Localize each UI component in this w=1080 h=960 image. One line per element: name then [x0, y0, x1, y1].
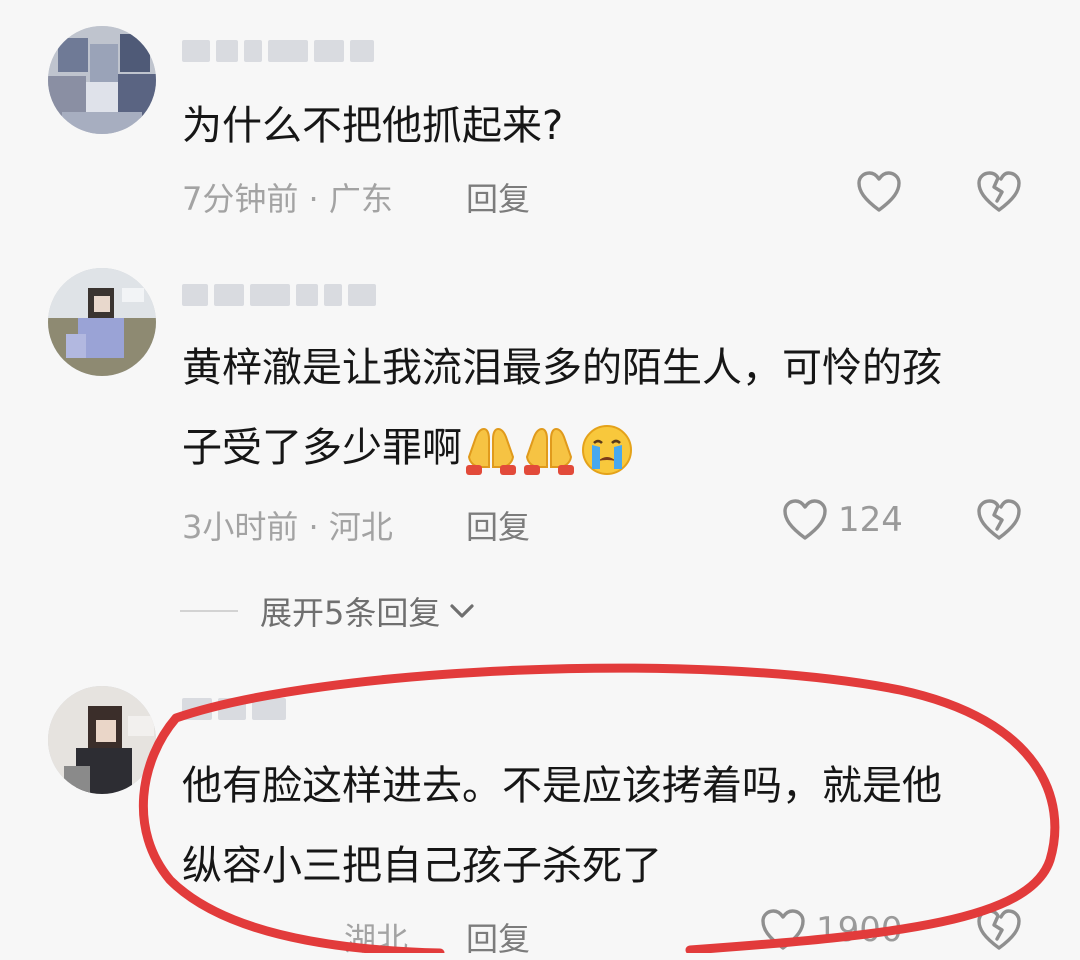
- like-button[interactable]: [856, 170, 902, 214]
- praying-hands-emoji: [524, 427, 574, 475]
- like-button[interactable]: 1900: [760, 908, 903, 952]
- like-button[interactable]: 124: [782, 498, 903, 542]
- heart-icon: [857, 171, 901, 212]
- dislike-button[interactable]: [976, 908, 1022, 956]
- divider-line: [180, 610, 238, 612]
- reply-button[interactable]: 回复: [466, 502, 530, 548]
- username-blurred[interactable]: [182, 694, 286, 724]
- username-blurred[interactable]: [182, 280, 376, 310]
- comment-text-line: 为什么不把他抓起来?: [182, 103, 564, 149]
- reply-button[interactable]: 回复: [466, 914, 530, 960]
- heart-icon: [783, 499, 827, 540]
- comment-text-line-part: 子受了多少罪啊: [182, 425, 462, 471]
- praying-hands-emoji: [466, 427, 516, 475]
- comment-time-location: 3小时前 · 河北: [182, 508, 393, 546]
- comment-text-line: 子受了多少罪啊: [182, 408, 942, 488]
- comment-text: 他有脸这样进去。不是应该拷着吗，就是他 纵容小三把自己孩子杀死了: [182, 746, 942, 906]
- comment-text-line: 纵容小三把自己孩子杀死了: [182, 843, 662, 889]
- chevron-down-icon: [450, 604, 474, 618]
- broken-heart-icon: [977, 171, 1021, 212]
- expand-replies-label: 展开5条回复: [260, 594, 441, 632]
- username-blurred[interactable]: [182, 36, 374, 66]
- crying-face-emoji: [582, 425, 632, 475]
- comment-text-line: 黄梓澈是让我流泪最多的陌生人，可怜的孩: [182, 345, 942, 391]
- expand-replies-button[interactable]: 展开5条回复: [180, 588, 476, 634]
- like-count: 124: [838, 500, 903, 540]
- comment-time-location: 湖北: [344, 920, 409, 958]
- avatar[interactable]: [48, 26, 156, 134]
- broken-heart-icon: [977, 499, 1021, 540]
- heart-icon: [761, 909, 805, 950]
- comment-text: 为什么不把他抓起来?: [182, 86, 563, 166]
- comment-text: 黄梓澈是让我流泪最多的陌生人，可怜的孩 子受了多少罪啊: [182, 328, 942, 488]
- avatar[interactable]: [48, 268, 156, 376]
- comment-time-location: 7分钟前 · 广东: [182, 180, 393, 218]
- broken-heart-icon: [977, 909, 1021, 950]
- avatar[interactable]: [48, 686, 156, 794]
- dislike-button[interactable]: [976, 170, 1022, 218]
- like-count: 1900: [816, 910, 903, 950]
- reply-button[interactable]: 回复: [466, 174, 530, 220]
- dislike-button[interactable]: [976, 498, 1022, 546]
- comment-text-line: 他有脸这样进去。不是应该拷着吗，就是他: [182, 763, 942, 809]
